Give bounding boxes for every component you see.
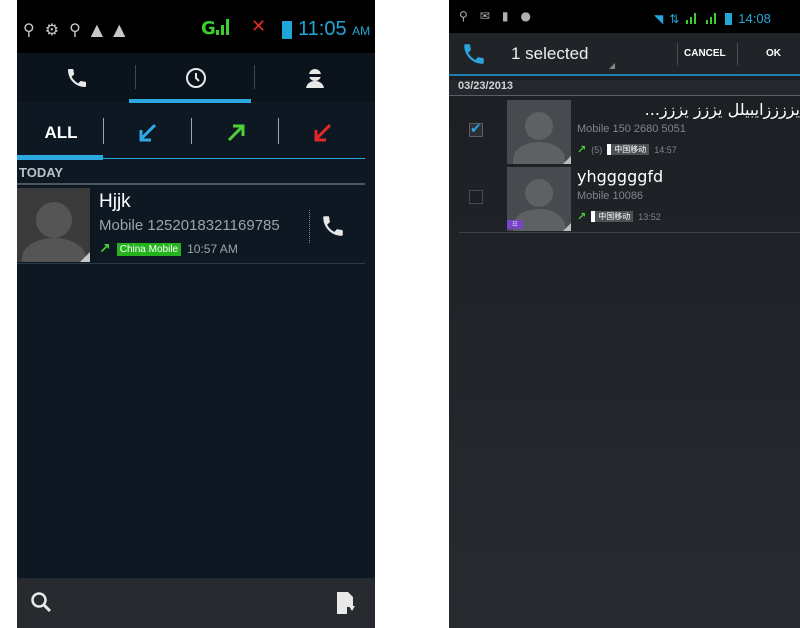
usb-icon: ⚲ (23, 20, 35, 39)
chat-icon: ● (520, 9, 531, 23)
carrier-badge: 中国移动 (591, 211, 634, 222)
filter-all[interactable]: ALL (17, 108, 105, 158)
contact-name: Hjjk (99, 191, 131, 212)
search-button[interactable] (29, 590, 53, 618)
contact-name: يززززايبيلل يززز يززز... (644, 100, 800, 119)
missed-arrow-icon (314, 123, 332, 142)
select-checkbox[interactable]: ✔ (469, 121, 483, 137)
call-log-item[interactable]: ✔ يززززايبيلل يززز يززز... Mobile 150 26… (459, 99, 800, 165)
sd-card-icon: ▮ (501, 9, 509, 23)
row-divider (309, 210, 310, 243)
selection-count[interactable]: 1 selected (511, 44, 589, 64)
system-icons: ◥ ⇅ 14:08 (654, 9, 771, 28)
bottom-action-bar (17, 578, 375, 628)
network-type-indicator: G (201, 18, 216, 39)
call-time: 14:57 (654, 144, 677, 155)
actionbar-underline (449, 74, 800, 76)
phone-icon (323, 216, 343, 236)
call-meta: ↗ (5) 中国移动 14:57 (577, 143, 677, 156)
tab-selected-indicator (129, 99, 251, 103)
call-meta: ↗ 中国移动 13:52 (577, 210, 661, 223)
phone-icon (67, 68, 86, 87)
action-divider (677, 43, 678, 65)
call-filter-bar: ALL (17, 108, 375, 162)
carrier-badge: China Mobile (116, 242, 182, 256)
outgoing-call-icon: ↗ (99, 241, 111, 257)
right-phone-screen: ⚲ ✉ ▮ ● ◥ ⇅ 14:08 1 selected CANCEL OK 0… (449, 0, 800, 628)
check-icon: ✔ (470, 121, 482, 137)
document-icon (337, 592, 355, 614)
no-sim-icon: ✕ (251, 16, 267, 37)
call-button[interactable] (320, 213, 346, 243)
filter-missed[interactable] (279, 108, 367, 158)
filter-all-label: ALL (44, 123, 78, 142)
selection-action-bar: 1 selected CANCEL OK (449, 33, 800, 76)
call-time: 10:57 AM (187, 242, 238, 256)
battery-icon (282, 21, 292, 39)
section-header-today: TODAY (17, 165, 365, 185)
signal-icon (685, 9, 699, 28)
status-clock: 11:05 AM (298, 18, 371, 40)
call-meta: ↗ China Mobile 10:57 AM (99, 241, 238, 257)
avatar: ☷ (507, 167, 571, 231)
left-phone-screen: ⚲ ⚙ ⚲ ▲ ▲ G ✕ 11:05 AM ALL TODAY Hjjk Mo… (17, 0, 375, 628)
phone-icon (464, 44, 484, 64)
status-bar: ⚲ ⚙ ⚲ ▲ ▲ G ✕ 11:05 AM (17, 0, 375, 53)
signal-icon (705, 9, 719, 28)
tab-call-log[interactable] (136, 53, 255, 102)
person-icon (305, 68, 324, 88)
notification-icons: ⚲ ⚙ ⚲ ▲ ▲ (23, 20, 125, 39)
search-icon (31, 592, 52, 613)
ok-button[interactable]: OK (766, 48, 781, 59)
warning-icon: ▲ (90, 20, 104, 39)
tab-contacts[interactable] (255, 53, 374, 102)
status-bar: ⚲ ✉ ▮ ● ◥ ⇅ 14:08 (449, 0, 800, 33)
avatar (507, 100, 571, 164)
warning-icon: ▲ (113, 20, 126, 39)
usb-icon: ⚲ (459, 9, 468, 23)
call-log-item[interactable]: Hjjk Mobile 1252018321169785 ↗ China Mob… (17, 187, 365, 264)
battery-icon (725, 12, 733, 25)
contact-number: Mobile 10086 (577, 190, 644, 202)
incoming-arrow-icon (139, 123, 157, 142)
android-debug-icon: ⚙ (44, 20, 60, 39)
outgoing-arrow-icon (227, 124, 245, 142)
section-header-date: 03/23/2013 (449, 80, 800, 96)
wifi-icon: ◥ (654, 11, 664, 26)
cancel-button[interactable]: CANCEL (684, 48, 726, 59)
notification-icon: ✉ (479, 9, 490, 23)
avatar[interactable] (17, 188, 90, 262)
contact-number: Mobile 1252018321169785 (99, 217, 280, 234)
app-icon[interactable] (461, 41, 487, 71)
tab-dialer[interactable] (17, 53, 136, 102)
outgoing-call-icon: ↗ (577, 143, 587, 156)
usb-icon: ⚲ (69, 20, 81, 39)
filter-underline (103, 158, 365, 159)
contact-number: Mobile 150 2680 5051 (577, 123, 686, 135)
contact-name: yhgggggfd (577, 167, 664, 186)
call-count: (5) (591, 144, 603, 155)
filter-outgoing[interactable] (192, 108, 280, 158)
call-log-item[interactable]: ☷ yhgggggfd Mobile 10086 ↗ 中国移动 13:52 (459, 166, 800, 233)
data-icon: ⇅ (669, 11, 680, 26)
outgoing-call-icon: ↗ (577, 210, 587, 223)
signal-icon (215, 16, 231, 40)
notification-icons: ⚲ ✉ ▮ ● (459, 9, 531, 23)
filter-selected-indicator (17, 155, 103, 160)
main-tabs (17, 53, 375, 103)
dropdown-corner-icon (609, 63, 615, 69)
carrier-badge: 中国移动 (607, 144, 650, 155)
sim-icon: ☷ (507, 220, 523, 229)
action-divider (737, 43, 738, 65)
clock-icon (185, 67, 206, 88)
filter-incoming[interactable] (104, 108, 192, 158)
delete-logs-button[interactable] (335, 591, 357, 619)
call-time: 13:52 (638, 211, 661, 222)
select-checkbox[interactable] (469, 190, 483, 204)
status-clock: 14:08 (738, 11, 771, 26)
